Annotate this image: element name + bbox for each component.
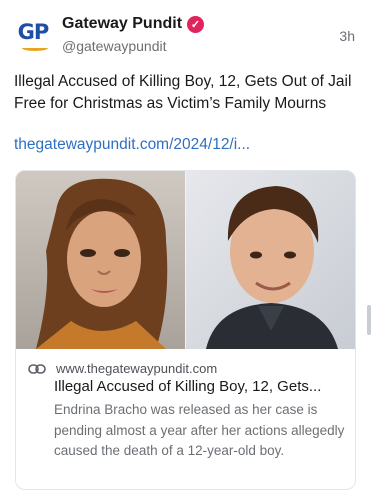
card-domain-row: www.thegatewaypundit.com (28, 361, 217, 376)
author-name[interactable]: Gateway Pundit (62, 15, 182, 33)
card-image-boy (186, 171, 355, 349)
post-timestamp[interactable]: 3h (339, 28, 355, 44)
card-domain: www.thegatewaypundit.com (56, 361, 218, 376)
card-title[interactable]: Illegal Accused of Killing Boy, 12, Gets… (54, 378, 349, 395)
scrollbar[interactable] (367, 305, 371, 335)
avatar[interactable]: GP (14, 18, 52, 56)
author-handle[interactable]: @gatewaypundit (62, 38, 167, 54)
card-image-woman (16, 171, 186, 349)
link-preview-card[interactable]: www.thegatewaypundit.com Illegal Accused… (15, 170, 356, 490)
verified-badge-icon: ✓ (187, 15, 205, 33)
avatar-swoosh-icon (22, 45, 48, 51)
author-name-row[interactable]: Gateway Pundit ✓ (62, 15, 205, 33)
link-icon (28, 363, 46, 374)
post-link[interactable]: thegatewaypundit.com/2024/12/i... (14, 136, 250, 154)
avatar-logo-text: GP (17, 20, 50, 44)
card-description: Endrina Bracho was released as her case … (54, 402, 345, 458)
post-text: Illegal Accused of Killing Boy, 12, Gets… (14, 73, 352, 112)
social-post[interactable]: GP Gateway Pundit ✓ @gatewaypundit 3h Il… (0, 0, 371, 500)
